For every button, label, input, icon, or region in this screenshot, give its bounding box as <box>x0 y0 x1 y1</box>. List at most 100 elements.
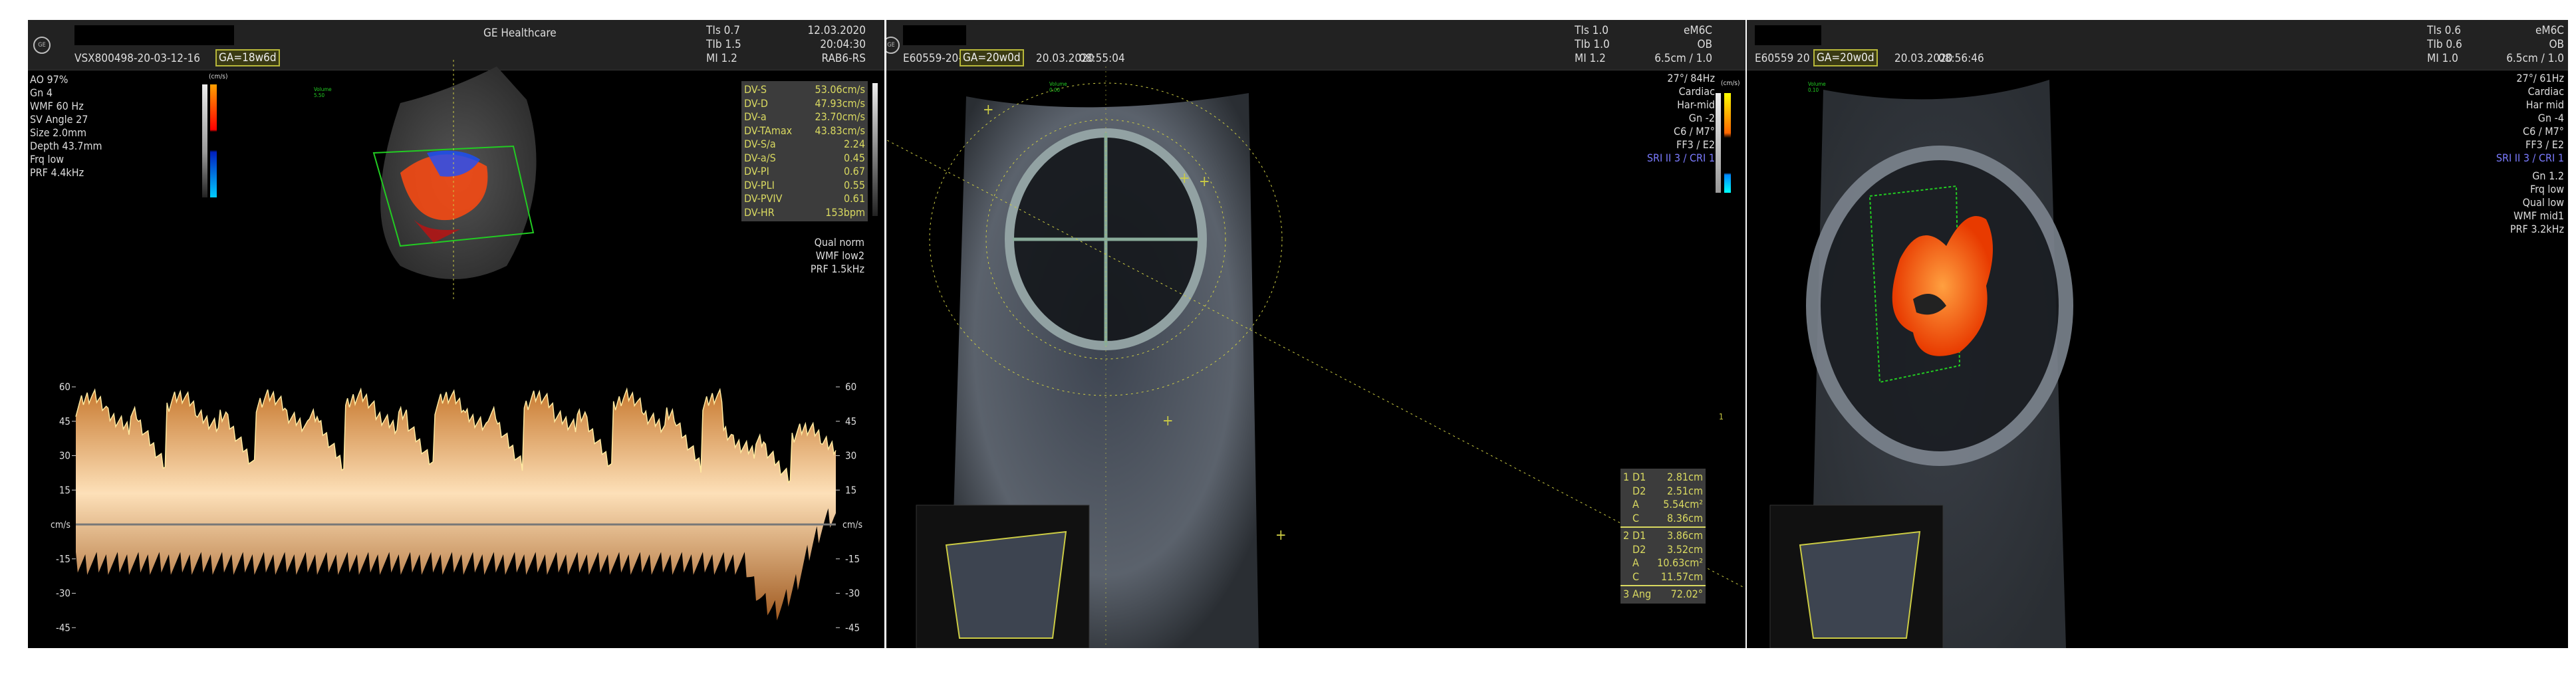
group-index: 2 <box>1623 529 1630 542</box>
axis-tick-label: 45 <box>845 415 856 427</box>
measurement-label: A <box>1632 556 1639 569</box>
axis-tick-label: -30 <box>845 588 860 600</box>
measurement-row: A 10.63cm² <box>1620 556 1706 570</box>
measurement-value: 2.51cm <box>1667 484 1703 497</box>
measurement-label: D2 <box>1632 484 1646 497</box>
measurement-row: DV-TAmax 43.83cm/s <box>741 124 868 138</box>
parameter-line: SRI II 3 / CRI 1 <box>2496 152 2564 164</box>
parameter-line: 27°/ 61Hz <box>2516 72 2564 84</box>
axis-tick-label: 45 <box>59 415 70 427</box>
axis-tick-label: 15 <box>845 484 856 496</box>
group-index <box>1623 543 1632 557</box>
divider <box>1620 585 1706 586</box>
parameter-line: FF3 / E2 <box>2525 138 2564 151</box>
parameter-line: C6 / M7° <box>1674 125 1715 138</box>
measurement-row: C 8.36cm <box>1620 512 1706 526</box>
measurement-value: 153bpm <box>825 205 865 219</box>
measurement-value: 2.81cm <box>1667 471 1703 483</box>
axis-tick-label: 60 <box>845 381 856 393</box>
measurement-value: 47.93cm/s <box>815 96 865 110</box>
group-index <box>1623 485 1632 499</box>
measurement-row: DV-HR 153bpm <box>741 206 868 220</box>
measurement-label: DV-PLI <box>744 178 775 191</box>
panel-doppler: GE VSX800498-20-03-12-16 GA=18w6d GE Hea… <box>28 20 884 648</box>
axis-tick-label: 60 <box>59 381 70 393</box>
imaging-parameters: 27°/ 84Hz Cardiac Har-mid Gn -2 C6 / M7° FF3 … <box>1647 72 1715 165</box>
measurement-row: DV-a 23.70cm/s <box>741 110 868 124</box>
measurement-value: 3.52cm <box>1667 542 1703 556</box>
divider <box>1620 526 1706 528</box>
measurement-label: DV-a/S <box>744 151 776 164</box>
measurement-label: DV-S <box>744 83 767 96</box>
parameter-line: Gn -4 <box>2537 112 2564 124</box>
measurement-label: D2 <box>1632 542 1646 556</box>
measurement-label: DV-D <box>744 96 768 110</box>
measurement-value: 3.86cm <box>1667 529 1703 542</box>
doppler-settings: Qual norm WMF low2 PRF 1.5kHz <box>811 236 864 276</box>
measurement-row: DV-PI 0.67 <box>741 165 868 179</box>
axis-tick-label: -45 <box>845 622 860 633</box>
measurement-label: DV-PVIV <box>744 192 783 205</box>
measurement-value: 23.70cm/s <box>815 110 865 123</box>
color-flow-parameters: Gn 1.2 Frq low Qual low WMF mid1 PRF 3.2kHz <box>2510 170 2564 236</box>
parameter-line: Qual norm <box>814 236 864 249</box>
measurement-row: DV-PVIV 0.61 <box>741 192 868 206</box>
axis-tick-label: -45 <box>56 622 70 633</box>
b-mode-image: + + + + + <box>886 66 1745 648</box>
parameter-line: SRI II 3 / CRI 1 <box>1646 152 1715 164</box>
axis-tick-label: 30 <box>59 450 70 462</box>
group-index <box>1623 498 1632 512</box>
caliper-measurements-box: 1 D1 2.81cm D2 2.51cm A 5.54cm² C 8.36cm 2 D1 3.86c… <box>1620 469 1706 604</box>
measurement-row: DV-a/S 0.45 <box>741 152 868 166</box>
axis-unit-label: cm/s <box>51 520 70 530</box>
measurement-value: 53.06cm/s <box>815 83 865 96</box>
measurement-value: 0.67 <box>843 165 865 177</box>
parameter-line: PRF 3.2kHz <box>2510 223 2564 235</box>
measurement-row: A 5.54cm² <box>1620 498 1706 512</box>
axis-tick-label: 15 <box>59 484 70 496</box>
measurement-label: C <box>1632 511 1640 524</box>
measurement-value: 5.54cm² <box>1663 498 1703 510</box>
group-index <box>1623 556 1632 570</box>
imaging-parameters: 27°/ 61Hz Cardiac Har mid Gn -4 C6 / M7° FF3 … <box>2496 72 2564 165</box>
parameter-line: Frq low <box>2529 183 2564 195</box>
panel-cardiac-measurement: GE E60559-20-03-20-1 GA=20w0d 20.03.2020… <box>886 20 1745 648</box>
parameter-line: 27°/ 84Hz <box>1667 72 1715 84</box>
parameter-line: Qual low <box>2522 196 2564 209</box>
panel-color-doppler: E60559 20 03 20 1 GA=20w0d 20.03.2020 08… <box>1747 20 2568 648</box>
measurement-label: D1 <box>1632 529 1646 542</box>
volume-label: Volume 0.00 <box>1049 81 1067 94</box>
measurement-label: A <box>1632 498 1639 510</box>
caliper-marker: + <box>1275 527 1287 544</box>
measurement-row: D2 2.51cm <box>1620 485 1706 499</box>
color-box-outline <box>1747 20 2568 648</box>
measurement-row: 3 Ang 72.02° <box>1620 588 1706 602</box>
measurement-value: 0.45 <box>843 151 865 164</box>
measurement-row: DV-S 53.06cm/s <box>741 83 868 97</box>
measurement-row: DV-PLI 0.55 <box>741 179 868 193</box>
measurement-label: DV-HR <box>744 205 775 219</box>
measurement-label: DV-S/a <box>744 138 776 150</box>
measurement-row: C 11.57cm <box>1620 570 1706 584</box>
doppler-scale-gradient <box>872 83 878 216</box>
parameter-line: WMF low2 <box>815 249 864 262</box>
parameter-line: Gn -2 <box>1688 112 1715 124</box>
spectral-waveform <box>76 389 836 621</box>
parameter-line: Gn 1.2 <box>2532 170 2564 182</box>
parameter-line: C6 / M7° <box>2523 125 2564 138</box>
parameter-line: Har mid <box>2525 98 2564 111</box>
measurement-label: D1 <box>1632 471 1646 483</box>
axis-tick-label: 30 <box>845 450 856 462</box>
measurement-label: Ang <box>1632 588 1652 600</box>
caliper-marker: + <box>983 102 994 118</box>
measurement-label: DV-a <box>744 110 767 123</box>
measurement-value: 0.55 <box>843 178 865 191</box>
parameter-line: WMF mid1 <box>2513 209 2564 222</box>
volume-label: Volume 0.10 <box>1808 81 1826 94</box>
measurement-label: DV-TAmax <box>744 124 793 137</box>
measurement-label: C <box>1632 570 1640 583</box>
axis-tick-label: -15 <box>845 553 860 565</box>
measurement-row: 1 D1 2.81cm <box>1620 471 1706 485</box>
volume-label: Volume 5.50 <box>314 86 332 99</box>
doppler-measurements-box: DV-S 53.06cm/s DV-D 47.93cm/s DV-a 23.70cm/s D… <box>741 81 868 221</box>
